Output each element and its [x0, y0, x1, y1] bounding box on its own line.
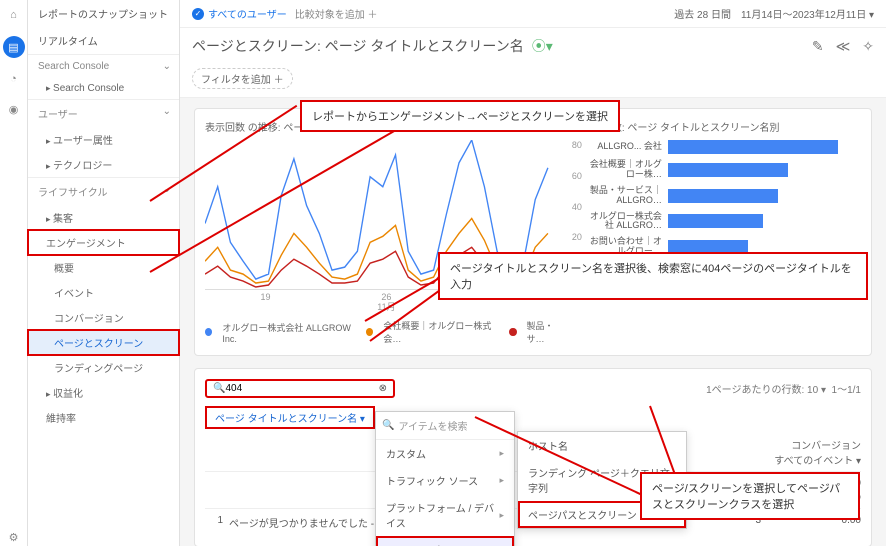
bar-chart: ALLGRO... 会社 会社概要｜オルグロー株… 製品・サービス｜ALLGRO… — [582, 140, 861, 257]
callout-3: ページ/スクリーンを選択してページパスとスクリーンクラスを選択 — [640, 472, 860, 520]
verified-icon: ⦿▾ — [532, 36, 553, 56]
dimension-popup: 🔍アイテムを検索 カスタム▸ トラフィック ソース▸ プラットフォーム / デバ… — [375, 411, 515, 546]
sidebar-item-events[interactable]: イベント — [28, 280, 179, 305]
callout-1: レポートからエンゲージメント→ページとスクリーンを選択 — [300, 100, 620, 132]
popup-item-platform[interactable]: プラットフォーム / デバイス▸ — [376, 494, 514, 536]
page-title: ページとスクリーン: ページ タイトルとスクリーン名 — [192, 36, 524, 56]
sidebar-item-retention[interactable]: 維持率 — [28, 405, 179, 430]
sidebar-item-landing[interactable]: ランディングページ — [28, 355, 179, 380]
popup-item-custom[interactable]: カスタム▸ — [376, 440, 514, 467]
sidebar-item-tech[interactable]: テクノロジー — [28, 152, 179, 177]
explore-icon[interactable]: ◔ — [5, 70, 23, 88]
dimension-selector[interactable]: ページ タイトルとスクリーン名 ▾ — [205, 406, 375, 429]
callout-2: ページタイトルとスクリーン名を選択後、検索窓に404ページのページタイトルを入力 — [438, 252, 868, 300]
add-comparison-link[interactable]: 比較対象を追加 ＋ — [295, 6, 378, 21]
search-input[interactable] — [225, 383, 378, 394]
add-filter-button[interactable]: フィルタを追加 ＋ — [192, 68, 293, 89]
sidebar-item-conversions[interactable]: コンバージョン — [28, 305, 179, 330]
all-users-chip[interactable]: ✓すべてのユーザー — [192, 6, 287, 21]
customize-icon[interactable]: ✎ — [812, 38, 824, 55]
bar-chart-title: 表示回数: ページ タイトルとスクリーン名別 — [582, 119, 861, 134]
reports-icon[interactable]: ▤ — [3, 36, 25, 58]
sidebar: レポートのスナップショット リアルタイム Search Console Sear… — [28, 0, 180, 546]
popup-item-traffic[interactable]: トラフィック ソース▸ — [376, 467, 514, 494]
search-icon: 🔍 — [213, 383, 225, 394]
advertising-icon[interactable]: ◉ — [5, 100, 23, 118]
chart-legend: オルグロー株式会社 ALLGROW Inc. 会社概要｜オルグロー株式会… 製品… — [205, 319, 568, 345]
charts-card: 表示回数 の推移: ページ タイトルとスクリーン名別 806040200 192… — [194, 108, 872, 356]
share-icon[interactable]: ≪ — [836, 38, 851, 55]
sidebar-snapshot[interactable]: レポートのスナップショット — [28, 0, 179, 27]
sidebar-item-engagement[interactable]: エンゲージメント — [28, 230, 179, 255]
sidebar-item-pages-screens[interactable]: ページとスクリーン — [28, 330, 179, 355]
admin-icon[interactable]: ⚙ — [5, 528, 23, 546]
insights-icon[interactable]: ✧ — [862, 38, 874, 55]
topbar: ✓すべてのユーザー 比較対象を追加 ＋ 過去 28 日間 11月14日～2023… — [180, 0, 886, 28]
titlebar: ページとスクリーン: ページ タイトルとスクリーン名 ⦿▾ ✎ ≪ ✧ — [180, 28, 886, 64]
filterbar: フィルタを追加 ＋ — [180, 64, 886, 98]
sidebar-item-user-attr[interactable]: ユーザー属性 — [28, 127, 179, 152]
iconbar: ⌂ ▤ ◔ ◉ ⚙ — [0, 0, 28, 546]
sidebar-item-monetization[interactable]: 収益化 — [28, 380, 179, 405]
sidebar-item-search-console[interactable]: Search Console — [28, 78, 179, 99]
home-icon[interactable]: ⌂ — [5, 6, 23, 24]
sidebar-sec-user[interactable]: ユーザー — [28, 99, 179, 127]
clear-icon[interactable]: ⊗ — [379, 383, 387, 394]
table-search[interactable]: 🔍 ⊗ — [205, 379, 395, 398]
sidebar-sec-lifecycle[interactable]: ライフサイクル — [28, 177, 179, 205]
popup-item-page-screen[interactable]: ページ / スクリーン▸ — [376, 536, 514, 546]
search-icon: 🔍 — [382, 420, 394, 431]
sidebar-sec-search-console[interactable]: Search Console — [28, 54, 179, 78]
date-range[interactable]: 過去 28 日間 11月14日～2023年12月11日 ▾ — [674, 6, 874, 21]
sidebar-realtime[interactable]: リアルタイム — [28, 27, 179, 54]
sidebar-item-acquisition[interactable]: 集客 — [28, 205, 179, 230]
